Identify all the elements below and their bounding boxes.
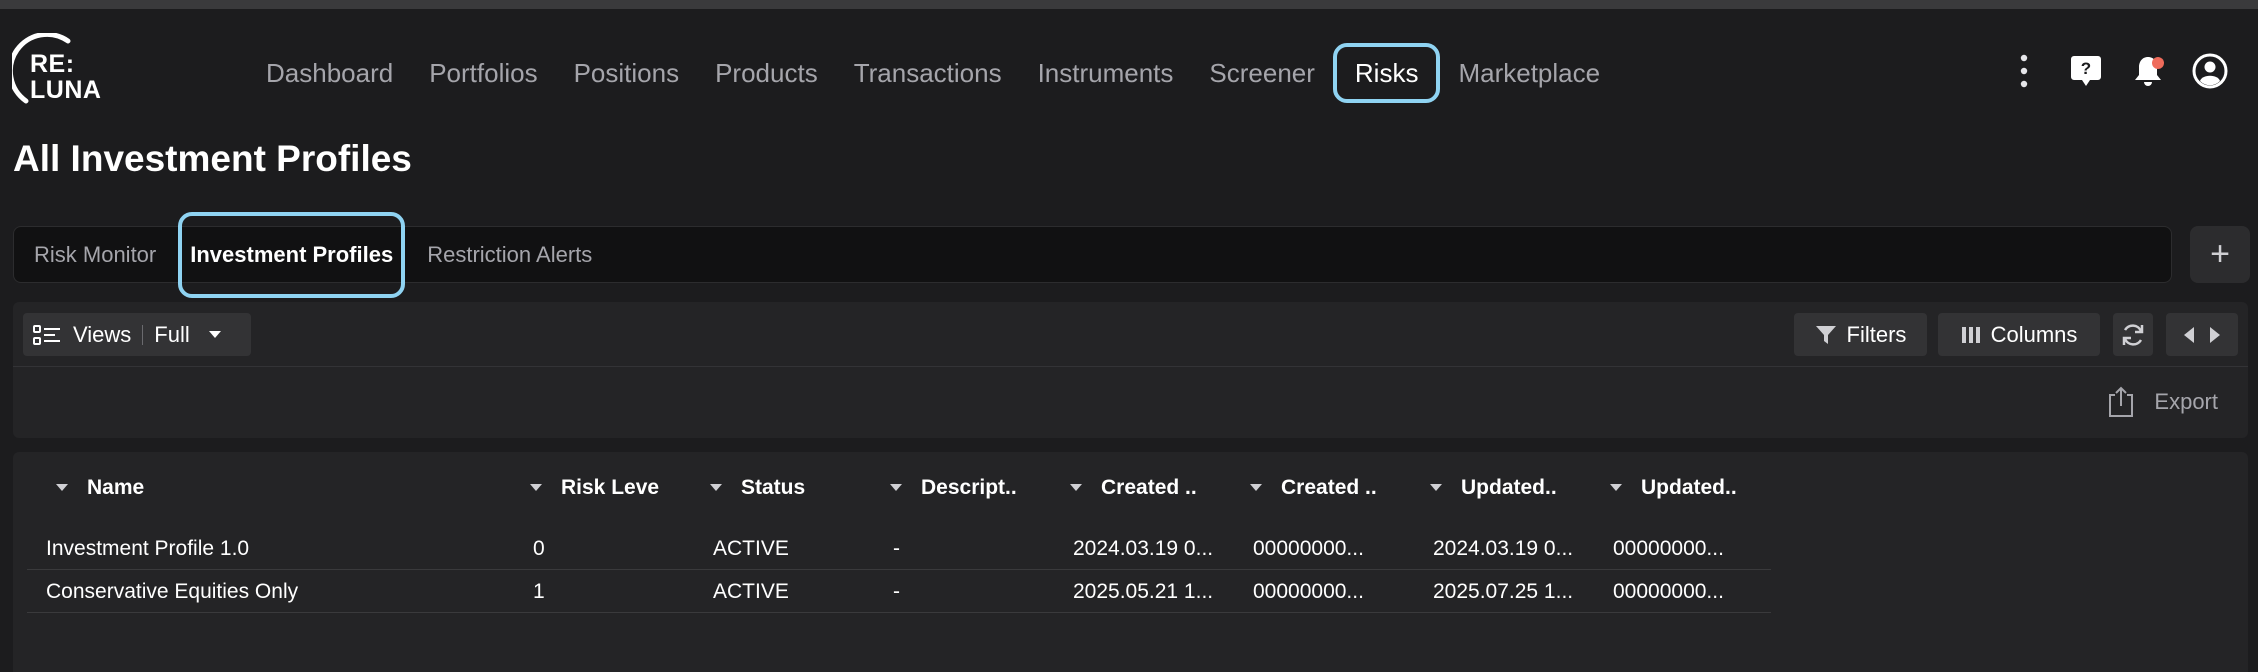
- column-header-name[interactable]: Name: [55, 464, 144, 512]
- add-tab-button[interactable]: +: [2190, 226, 2250, 283]
- columns-button[interactable]: Columns: [1938, 313, 2100, 356]
- cell-updated-by: 00000000...: [1613, 536, 1724, 560]
- sub-tabs: Risk Monitor Investment Profiles Restric…: [13, 211, 2172, 298]
- sort-caret-icon[interactable]: [55, 483, 69, 493]
- export-button[interactable]: Export: [2106, 386, 2218, 418]
- refresh-button[interactable]: [2113, 313, 2153, 356]
- main-nav: Dashboard Portfolios Positions Products …: [248, 43, 1618, 103]
- views-separator: [142, 324, 144, 345]
- tab-investment-profiles[interactable]: Investment Profiles: [178, 211, 406, 298]
- sort-caret-icon[interactable]: [1069, 483, 1083, 493]
- sort-caret-icon[interactable]: [889, 483, 903, 493]
- sort-caret-icon[interactable]: [1609, 483, 1623, 493]
- profiles-table: Name Risk Leve Status Descript.. Created…: [13, 452, 2248, 672]
- chevron-left-icon[interactable]: [2183, 326, 2195, 344]
- nav-item-portfolios[interactable]: Portfolios: [411, 43, 555, 103]
- export-icon: [2109, 386, 2134, 417]
- window-top-strip: [0, 0, 2258, 9]
- refresh-icon: [2122, 323, 2144, 346]
- table-row[interactable]: Conservative Equities Only 1 ACTIVE - 20…: [27, 570, 1771, 613]
- app-header: RE: LUNA Dashboard Portfolios Positions …: [0, 9, 2258, 131]
- cell-status: ACTIVE: [713, 536, 789, 560]
- cell-description: -: [893, 536, 900, 560]
- chevron-right-icon[interactable]: [2209, 326, 2221, 344]
- export-label: Export: [2154, 389, 2218, 414]
- cell-name: Investment Profile 1.0: [46, 536, 250, 560]
- column-header-status[interactable]: Status: [709, 464, 805, 512]
- cell-description: -: [893, 579, 900, 603]
- column-header-description[interactable]: Descript..: [889, 464, 1017, 512]
- logo-text-line2: LUNA: [30, 76, 102, 104]
- filters-button[interactable]: Filters: [1794, 313, 1927, 356]
- cell-status: ACTIVE: [713, 579, 789, 603]
- columns-icon: [1961, 326, 1980, 343]
- cell-created-by: 00000000...: [1253, 536, 1364, 560]
- sort-caret-icon[interactable]: [1249, 483, 1263, 493]
- nav-item-marketplace[interactable]: Marketplace: [1440, 43, 1618, 103]
- caret-down-icon: [208, 330, 221, 338]
- filters-label: Filters: [1846, 321, 1907, 347]
- column-header-updated-at[interactable]: Updated..: [1429, 464, 1557, 512]
- cell-updated-at: 2024.03.19 0...: [1433, 536, 1574, 560]
- notification-dot: [2152, 57, 2164, 69]
- user-icon[interactable]: [2192, 53, 2228, 89]
- more-vertical-icon[interactable]: [2006, 53, 2042, 89]
- cell-updated-by: 00000000...: [1613, 579, 1724, 603]
- columns-label: Columns: [1990, 321, 2078, 347]
- header-actions: ?: [2006, 53, 2228, 89]
- nav-item-risks[interactable]: Risks: [1332, 43, 1441, 103]
- views-value: Full: [154, 321, 190, 347]
- views-label: Views: [73, 321, 132, 347]
- toolbar-divider: [13, 366, 2248, 367]
- cell-risk-level: 1: [533, 579, 545, 603]
- cell-name: Conservative Equities Only: [46, 579, 299, 603]
- sort-caret-icon[interactable]: [529, 483, 543, 493]
- cell-risk-level: 0: [533, 536, 545, 560]
- sort-caret-icon[interactable]: [709, 483, 723, 493]
- column-header-updated-by[interactable]: Updated..: [1609, 464, 1737, 512]
- cell-created-at: 2025.05.21 1...: [1073, 579, 1214, 603]
- filter-icon: [1815, 325, 1836, 344]
- list-view-icon: [33, 324, 60, 345]
- column-header-created-at[interactable]: Created ..: [1069, 464, 1197, 512]
- cell-created-at: 2024.03.19 0...: [1073, 536, 1214, 560]
- app-logo[interactable]: RE: LUNA: [12, 33, 106, 113]
- svg-text:?: ?: [2081, 59, 2091, 78]
- nav-item-dashboard[interactable]: Dashboard: [248, 43, 411, 103]
- views-selector[interactable]: Views Full: [23, 313, 251, 356]
- tab-restriction-alerts[interactable]: Restriction Alerts: [413, 226, 606, 283]
- help-chat-icon[interactable]: ?: [2068, 53, 2104, 89]
- nav-item-products[interactable]: Products: [697, 43, 836, 103]
- cell-updated-at: 2025.07.25 1...: [1433, 579, 1574, 603]
- logo-text-line1: RE:: [30, 50, 75, 78]
- tab-risk-monitor[interactable]: Risk Monitor: [20, 226, 170, 283]
- nav-item-positions[interactable]: Positions: [556, 43, 698, 103]
- nav-item-instruments[interactable]: Instruments: [1020, 43, 1192, 103]
- nav-item-transactions[interactable]: Transactions: [836, 43, 1020, 103]
- table-row[interactable]: Investment Profile 1.0 0 ACTIVE - 2024.0…: [27, 527, 1771, 570]
- page-title: All Investment Profiles: [13, 138, 412, 179]
- column-header-risk-level[interactable]: Risk Leve: [529, 464, 659, 512]
- nav-item-screener[interactable]: Screener: [1191, 43, 1333, 103]
- cell-created-by: 00000000...: [1253, 579, 1364, 603]
- grid-toolbar: Views Full Filters Columns Export: [13, 302, 2248, 438]
- bell-icon[interactable]: [2130, 53, 2166, 89]
- sort-caret-icon[interactable]: [1429, 483, 1443, 493]
- scroll-columns-control[interactable]: [2166, 313, 2238, 356]
- column-header-created-by[interactable]: Created ..: [1249, 464, 1377, 512]
